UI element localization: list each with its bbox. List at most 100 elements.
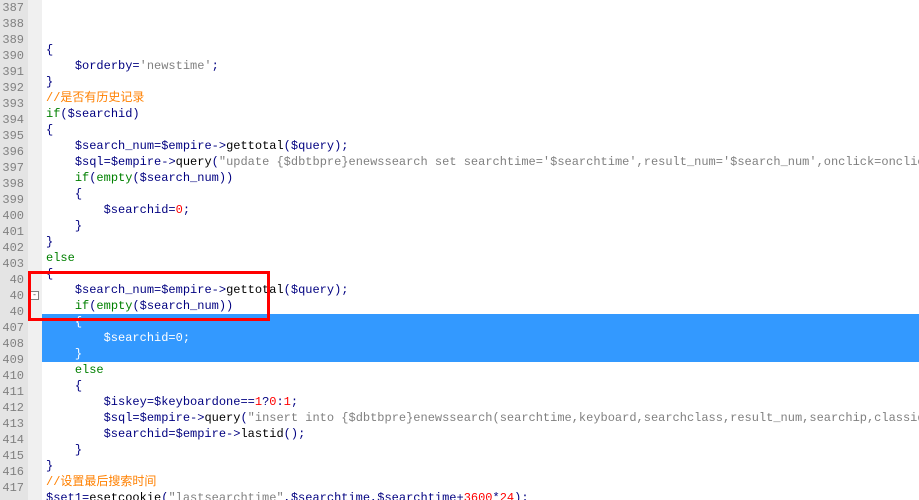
token: "insert into {$dbtbpre}enewssearch(searc… bbox=[248, 411, 919, 425]
code-line[interactable]: $sql=$empire->query("update {$dbtbpre}en… bbox=[42, 154, 919, 170]
code-line[interactable]: if($searchid) bbox=[42, 106, 919, 122]
code-line[interactable]: { bbox=[42, 378, 919, 394]
line-number: 40 bbox=[0, 272, 28, 288]
code-line[interactable]: if(empty($search_num)) bbox=[42, 170, 919, 186]
line-number: 394 bbox=[0, 112, 28, 128]
token: $iskey bbox=[104, 395, 147, 409]
code-line[interactable]: } bbox=[42, 442, 919, 458]
token: (); bbox=[284, 427, 306, 441]
line-number: 415 bbox=[0, 448, 28, 464]
token: 'newstime' bbox=[140, 59, 212, 73]
code-line[interactable]: $searchid=0; bbox=[42, 202, 919, 218]
line-number: 412 bbox=[0, 400, 28, 416]
token: { bbox=[46, 123, 53, 137]
token: $search_num bbox=[75, 283, 154, 297]
token: $search_num bbox=[75, 139, 154, 153]
token: { bbox=[46, 43, 53, 57]
token: } bbox=[75, 443, 82, 457]
token: $query bbox=[291, 139, 334, 153]
line-number: 390 bbox=[0, 48, 28, 64]
code-line[interactable]: } bbox=[42, 218, 919, 234]
line-number: 393 bbox=[0, 96, 28, 112]
token: $empire bbox=[161, 283, 211, 297]
token: { bbox=[75, 315, 82, 329]
token: ); bbox=[334, 283, 348, 297]
token: $empire bbox=[161, 139, 211, 153]
code-line[interactable]: } bbox=[42, 234, 919, 250]
code-line[interactable]: $iskey=$keyboardone==1?0:1; bbox=[42, 394, 919, 410]
code-area[interactable]: { $orderby='newstime';}//是否有历史记录if($sear… bbox=[42, 0, 919, 500]
code-line[interactable]: //设置最后搜索时间 bbox=[42, 474, 919, 490]
token: , bbox=[284, 491, 291, 500]
token: 0 bbox=[176, 331, 183, 345]
token: ; bbox=[291, 395, 298, 409]
line-number: 409 bbox=[0, 352, 28, 368]
line-number: 397 bbox=[0, 160, 28, 176]
token: $searchid bbox=[104, 203, 169, 217]
token: ); bbox=[334, 139, 348, 153]
line-number: 392 bbox=[0, 80, 28, 96]
token: = bbox=[147, 395, 154, 409]
code-line[interactable]: //是否有历史记录 bbox=[42, 90, 919, 106]
fold-toggle-icon[interactable]: - bbox=[30, 291, 39, 300]
code-line[interactable]: } bbox=[42, 346, 919, 362]
token: query bbox=[204, 411, 240, 425]
line-number: 401 bbox=[0, 224, 28, 240]
code-line[interactable]: $searchid=0; bbox=[42, 330, 919, 346]
line-number: 388 bbox=[0, 16, 28, 32]
token: "update {$dbtbpre}enewssearch set search… bbox=[219, 155, 919, 169]
code-line[interactable]: if(empty($search_num)) bbox=[42, 298, 919, 314]
line-number: 403 bbox=[0, 256, 28, 272]
token: 1 bbox=[284, 395, 291, 409]
code-line[interactable]: { bbox=[42, 314, 919, 330]
code-editor[interactable]: 3873883893903913923933943953963973983994… bbox=[0, 0, 919, 500]
line-number: 413 bbox=[0, 416, 28, 432]
token: -> bbox=[190, 411, 204, 425]
token: )) bbox=[219, 299, 233, 313]
code-line[interactable]: $search_num=$empire->gettotal($query); bbox=[42, 138, 919, 154]
token: ( bbox=[240, 411, 247, 425]
token: ; bbox=[183, 203, 190, 217]
token: ( bbox=[132, 171, 139, 185]
token: = bbox=[168, 427, 175, 441]
line-number: 410 bbox=[0, 368, 28, 384]
token: } bbox=[46, 235, 53, 249]
token: { bbox=[75, 379, 82, 393]
token: + bbox=[457, 491, 464, 500]
token: $keyboardone bbox=[154, 395, 240, 409]
code-line[interactable]: $sql=$empire->query("insert into {$dbtbp… bbox=[42, 410, 919, 426]
token: $query bbox=[291, 283, 334, 297]
code-line[interactable]: { bbox=[42, 42, 919, 58]
code-line[interactable]: { bbox=[42, 186, 919, 202]
token: ); bbox=[514, 491, 528, 500]
code-line[interactable]: } bbox=[42, 74, 919, 90]
token: else bbox=[46, 251, 75, 265]
token: 1 bbox=[255, 395, 262, 409]
code-line[interactable]: } bbox=[42, 458, 919, 474]
line-number: 395 bbox=[0, 128, 28, 144]
code-line[interactable]: { bbox=[42, 122, 919, 138]
token: gettotal bbox=[226, 139, 284, 153]
line-number: 40 bbox=[0, 304, 28, 320]
line-number: 416 bbox=[0, 464, 28, 480]
code-line[interactable]: else bbox=[42, 250, 919, 266]
code-line[interactable]: $searchid=$empire->lastid(); bbox=[42, 426, 919, 442]
fold-column[interactable]: - bbox=[28, 0, 42, 500]
token: : bbox=[276, 395, 283, 409]
code-line[interactable]: $search_num=$empire->gettotal($query); bbox=[42, 282, 919, 298]
code-line[interactable]: $set1=esetcookie("lastsearchtime",$searc… bbox=[42, 490, 919, 500]
code-line[interactable]: $orderby='newstime'; bbox=[42, 58, 919, 74]
code-line[interactable]: { bbox=[42, 266, 919, 282]
token: $searchtime bbox=[377, 491, 456, 500]
token: $empire bbox=[176, 427, 226, 441]
code-line[interactable]: else bbox=[42, 362, 919, 378]
token: query bbox=[176, 155, 212, 169]
line-number-gutter: 3873883893903913923933943953963973983994… bbox=[0, 0, 28, 500]
token: = bbox=[132, 411, 139, 425]
token: $sql bbox=[75, 155, 104, 169]
token: { bbox=[75, 187, 82, 201]
line-number: 411 bbox=[0, 384, 28, 400]
line-number: 398 bbox=[0, 176, 28, 192]
token: if bbox=[46, 107, 60, 121]
token: 0 bbox=[176, 203, 183, 217]
